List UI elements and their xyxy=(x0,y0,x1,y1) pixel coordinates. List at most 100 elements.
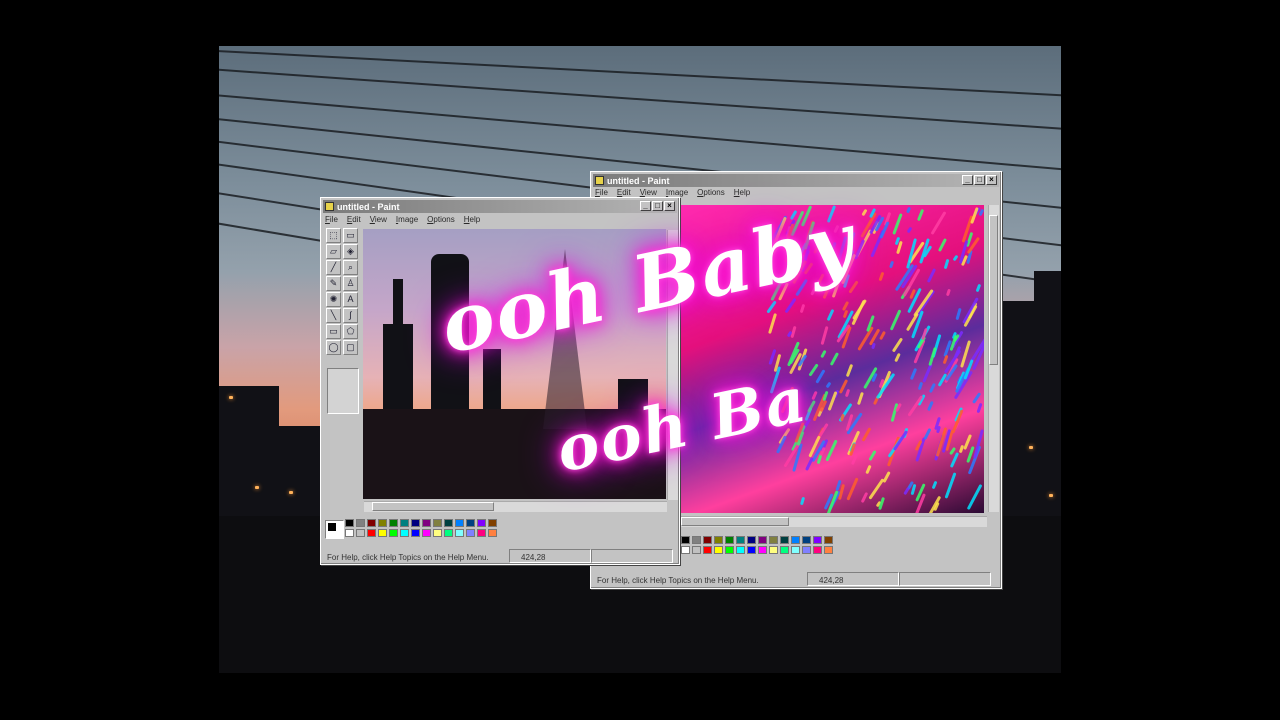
polygon-icon[interactable]: ⬠ xyxy=(343,324,358,339)
palette-swatch[interactable] xyxy=(389,519,398,527)
palette-swatch[interactable] xyxy=(791,546,800,554)
menu-image[interactable]: Image xyxy=(396,215,418,224)
ellipse-icon[interactable]: ◯ xyxy=(326,340,341,355)
close-button[interactable]: × xyxy=(986,175,997,185)
menu-edit[interactable]: Edit xyxy=(617,188,631,197)
menu-options[interactable]: Options xyxy=(427,215,455,224)
palette-swatch[interactable] xyxy=(703,546,712,554)
palette-swatch[interactable] xyxy=(703,536,712,544)
palette-swatch[interactable] xyxy=(422,519,431,527)
color-picker-icon[interactable]: ╱ xyxy=(326,260,341,275)
line-icon[interactable]: ╲ xyxy=(326,308,341,323)
glitch-streak xyxy=(907,226,913,234)
palette-swatch[interactable] xyxy=(725,546,734,554)
palette-swatch[interactable] xyxy=(455,519,464,527)
vertical-scrollbar[interactable] xyxy=(988,205,999,512)
maximize-button[interactable]: □ xyxy=(652,201,663,211)
menu-options[interactable]: Options xyxy=(697,188,725,197)
palette-swatch[interactable] xyxy=(400,519,409,527)
palette-swatch[interactable] xyxy=(444,519,453,527)
palette-swatch[interactable] xyxy=(488,519,497,527)
close-button[interactable]: × xyxy=(664,201,675,211)
minimize-button[interactable]: _ xyxy=(640,201,651,211)
palette-swatch[interactable] xyxy=(422,529,431,537)
palette-swatch[interactable] xyxy=(692,546,701,554)
palette-swatch[interactable] xyxy=(813,546,822,554)
palette-swatch[interactable] xyxy=(681,536,690,544)
rect-select-icon[interactable]: ▭ xyxy=(343,228,358,243)
eraser-icon[interactable]: ▱ xyxy=(326,244,341,259)
palette-swatch[interactable] xyxy=(356,529,365,537)
curve-icon[interactable]: ∫ xyxy=(343,308,358,323)
menu-file[interactable]: File xyxy=(325,215,338,224)
palette-swatch[interactable] xyxy=(411,529,420,537)
palette-swatch[interactable] xyxy=(692,536,701,544)
palette-swatch[interactable] xyxy=(389,529,398,537)
palette-swatch[interactable] xyxy=(802,536,811,544)
brush-icon[interactable]: ♙ xyxy=(343,276,358,291)
palette-swatch[interactable] xyxy=(367,519,376,527)
palette-swatch[interactable] xyxy=(345,519,354,527)
palette-swatch[interactable] xyxy=(714,536,723,544)
fill-icon[interactable]: ◈ xyxy=(343,244,358,259)
title-bar[interactable]: untitled - Paint _ □ × xyxy=(593,174,999,187)
menu-help[interactable]: Help xyxy=(464,215,480,224)
pencil-icon[interactable]: ✎ xyxy=(326,276,341,291)
airbrush-icon[interactable]: ✺ xyxy=(326,292,341,307)
palette-swatch[interactable] xyxy=(455,529,464,537)
palette-swatch[interactable] xyxy=(780,546,789,554)
palette-swatch[interactable] xyxy=(824,546,833,554)
palette-swatch[interactable] xyxy=(466,519,475,527)
palette-swatch[interactable] xyxy=(466,529,475,537)
menu-help[interactable]: Help xyxy=(734,188,750,197)
menu-view[interactable]: View xyxy=(370,215,387,224)
palette-swatch[interactable] xyxy=(378,519,387,527)
title-bar[interactable]: untitled - Paint _ □ × xyxy=(323,200,677,213)
palette-swatch[interactable] xyxy=(477,529,486,537)
scroll-thumb[interactable] xyxy=(372,502,494,511)
palette-swatch[interactable] xyxy=(769,536,778,544)
palette-swatch[interactable] xyxy=(802,546,811,554)
horizontal-scrollbar[interactable] xyxy=(364,501,667,512)
palette-swatch[interactable] xyxy=(345,529,354,537)
text-icon[interactable]: A xyxy=(343,292,358,307)
palette-swatch[interactable] xyxy=(714,546,723,554)
palette-swatch[interactable] xyxy=(411,519,420,527)
size-panel xyxy=(899,572,991,586)
palette-swatch[interactable] xyxy=(747,536,756,544)
menu-file[interactable]: File xyxy=(595,188,608,197)
rectangle-icon[interactable]: ▭ xyxy=(326,324,341,339)
palette-swatch[interactable] xyxy=(378,529,387,537)
minimize-button[interactable]: _ xyxy=(962,175,973,185)
palette-swatch[interactable] xyxy=(725,536,734,544)
palette-swatch[interactable] xyxy=(747,546,756,554)
palette-swatch[interactable] xyxy=(736,536,745,544)
palette-swatch[interactable] xyxy=(367,529,376,537)
maximize-button[interactable]: □ xyxy=(974,175,985,185)
palette-swatch[interactable] xyxy=(477,519,486,527)
free-select-icon[interactable]: ⬚ xyxy=(326,228,341,243)
menu-image[interactable]: Image xyxy=(666,188,688,197)
menu-view[interactable]: View xyxy=(640,188,657,197)
palette-swatch[interactable] xyxy=(736,546,745,554)
scroll-thumb[interactable] xyxy=(681,517,789,526)
magnifier-icon[interactable]: ⌕ xyxy=(343,260,358,275)
palette-swatch[interactable] xyxy=(769,546,778,554)
palette-swatch[interactable] xyxy=(824,536,833,544)
palette-swatch[interactable] xyxy=(444,529,453,537)
palette-swatch[interactable] xyxy=(400,529,409,537)
palette-swatch[interactable] xyxy=(488,529,497,537)
rounded-rect-icon[interactable]: ▢ xyxy=(343,340,358,355)
menu-edit[interactable]: Edit xyxy=(347,215,361,224)
palette-swatch[interactable] xyxy=(813,536,822,544)
palette-swatch[interactable] xyxy=(780,536,789,544)
palette-swatch[interactable] xyxy=(681,546,690,554)
palette-swatch[interactable] xyxy=(758,536,767,544)
horizontal-scrollbar[interactable] xyxy=(681,516,987,527)
scroll-thumb[interactable] xyxy=(989,215,998,365)
palette-swatch[interactable] xyxy=(433,519,442,527)
palette-swatch[interactable] xyxy=(433,529,442,537)
palette-swatch[interactable] xyxy=(791,536,800,544)
palette-swatch[interactable] xyxy=(356,519,365,527)
palette-swatch[interactable] xyxy=(758,546,767,554)
